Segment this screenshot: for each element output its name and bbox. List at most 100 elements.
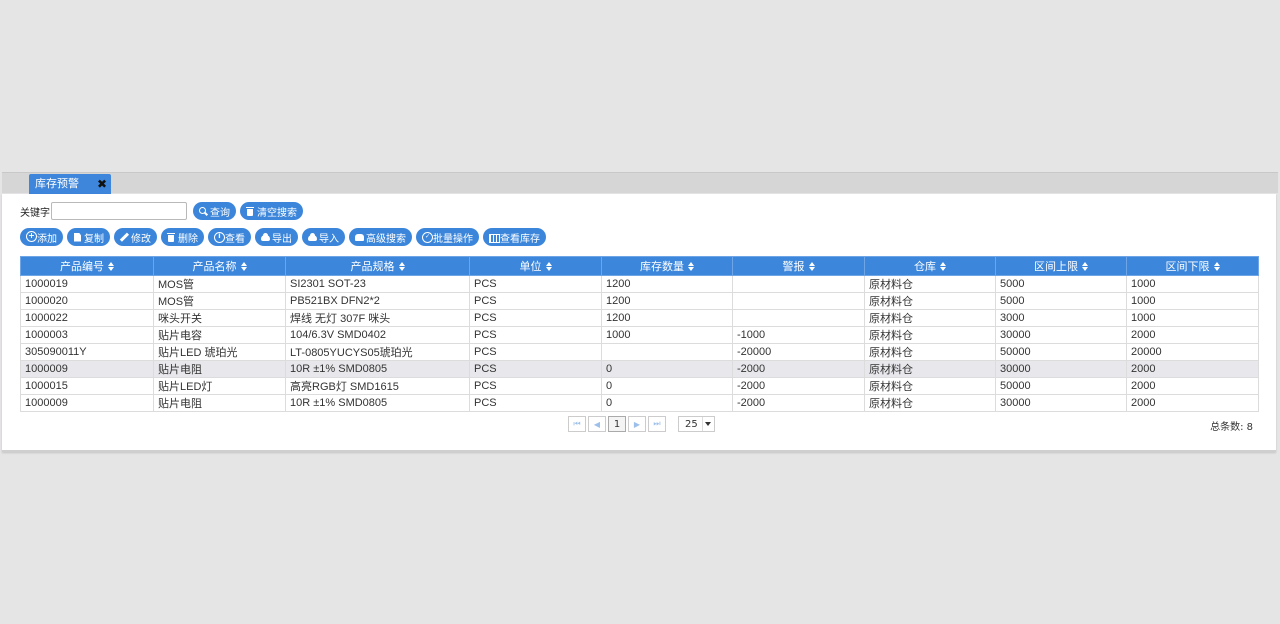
main-panel: 关键字 查询 清空搜索 添加 复制 修改 删除 查看 导出 导入 高级搜索 批量… xyxy=(2,194,1276,452)
table-cell: 原材料仓 xyxy=(864,360,996,378)
column-header[interactable]: 库存数量 xyxy=(601,256,733,276)
delete-label: 删除 xyxy=(178,233,198,245)
delete-button[interactable]: 删除 xyxy=(161,228,204,246)
table-row[interactable]: 1000003 贴片电容 104/6.3V SMD0402 PCS 1000 -1000 原… xyxy=(20,326,1259,344)
table-cell: -1000 xyxy=(732,326,865,344)
table-cell: 3000 xyxy=(995,309,1127,327)
table-row[interactable]: 1000019 MOS管 SI2301 SOT-23 PCS 1200 原材料仓 5000 1… xyxy=(20,275,1259,293)
table-cell: PCS xyxy=(469,275,602,293)
table-cell: 1000015 xyxy=(20,377,154,395)
table-cell: 2000 xyxy=(1126,377,1259,395)
table-cell: 贴片LED灯 xyxy=(153,377,286,395)
table-cell: 1000019 xyxy=(20,275,154,293)
edit-button[interactable]: 修改 xyxy=(114,228,157,246)
current-page[interactable]: 1 xyxy=(608,416,626,432)
table-cell: PCS xyxy=(469,309,602,327)
table-cell: PCS xyxy=(469,394,602,412)
import-button[interactable]: 导入 xyxy=(302,228,345,246)
table-row[interactable]: 1000022 咪头开关 焊线 无灯 307F 咪头 PCS 1200 原材料仓 3000 1… xyxy=(20,309,1259,327)
export-button[interactable]: 导出 xyxy=(255,228,298,246)
tab-inventory-alert[interactable]: 库存预警 ✖ xyxy=(29,174,111,194)
table-cell: 贴片LED 琥珀光 xyxy=(153,343,286,361)
column-header[interactable]: 产品规格 xyxy=(285,256,470,276)
table-cell: LT-0805YUCYS05琥珀光 xyxy=(285,343,470,361)
column-title: 区间下限 xyxy=(1165,261,1210,273)
copy-button[interactable]: 复制 xyxy=(67,228,110,246)
batch-operation-label: 批量操作 xyxy=(433,233,473,245)
table-row[interactable]: 1000009 贴片电阻 10R ±1% SMD0805 PCS 0 -2000 原材料仓 3… xyxy=(20,360,1259,378)
table-cell: -20000 xyxy=(732,343,865,361)
table-cell: 咪头开关 xyxy=(153,309,286,327)
table-cell: 1000003 xyxy=(20,326,154,344)
table-cell: 原材料仓 xyxy=(864,292,996,310)
sort-icon xyxy=(545,262,552,272)
table-cell: 1000022 xyxy=(20,309,154,327)
pencil-icon xyxy=(120,233,129,242)
table-row[interactable]: 1000015 贴片LED灯 高亮RGB灯 SMD1615 PCS 0 -2000 原材料仓… xyxy=(20,377,1259,395)
column-title: 警报 xyxy=(782,261,805,273)
column-header[interactable]: 单位 xyxy=(469,256,602,276)
table-cell: 1200 xyxy=(601,275,733,293)
column-title: 单位 xyxy=(519,261,542,273)
first-page-icon: ⏮ xyxy=(573,419,581,428)
pagination: ⏮ ◀ 1 ▶ ⏭ 25 xyxy=(568,415,715,433)
barcode-icon xyxy=(489,233,500,243)
column-header[interactable]: 警报 xyxy=(732,256,865,276)
search-button[interactable]: 查询 xyxy=(193,202,236,220)
last-page-button[interactable]: ⏭ xyxy=(648,416,666,432)
copy-label: 复制 xyxy=(84,233,104,245)
table-cell: 高亮RGB灯 SMD1615 xyxy=(285,377,470,395)
tab-title: 库存预警 xyxy=(35,177,79,190)
clear-search-button[interactable]: 清空搜索 xyxy=(240,202,303,220)
toolbar: 添加 复制 修改 删除 查看 导出 导入 高级搜索 批量操作 查看库存 xyxy=(20,228,550,246)
table-row[interactable]: 305090011Y 贴片LED 琥珀光 LT-0805YUCYS05琥珀光 PCS -… xyxy=(20,343,1259,361)
page-size-select[interactable]: 25 xyxy=(678,416,715,432)
table-cell: PCS xyxy=(469,292,602,310)
table-cell: 305090011Y xyxy=(20,343,154,361)
table-row[interactable]: 1000020 MOS管 PB521BX DFN2*2 PCS 1200 原材料仓 5000… xyxy=(20,292,1259,310)
column-title: 库存数量 xyxy=(640,261,684,273)
sort-icon xyxy=(808,262,815,272)
column-header[interactable]: 产品名称 xyxy=(153,256,286,276)
view-stock-button[interactable]: 查看库存 xyxy=(483,228,546,246)
prev-page-button[interactable]: ◀ xyxy=(588,416,606,432)
batch-operation-button[interactable]: 批量操作 xyxy=(416,228,479,246)
table-cell: PCS xyxy=(469,326,602,344)
column-header[interactable]: 仓库 xyxy=(864,256,996,276)
sort-icon xyxy=(940,262,946,272)
advanced-search-button[interactable]: 高级搜索 xyxy=(349,228,412,246)
table-cell: 20000 xyxy=(1126,343,1259,361)
column-header[interactable]: 产品编号 xyxy=(20,256,154,276)
next-page-button[interactable]: ▶ xyxy=(628,416,646,432)
first-page-button[interactable]: ⏮ xyxy=(568,416,586,432)
phone-icon xyxy=(355,233,364,242)
table-cell: PCS xyxy=(469,360,602,378)
sort-icon xyxy=(688,262,694,272)
view-button[interactable]: 查看 xyxy=(208,228,251,246)
table-cell: 30000 xyxy=(995,360,1127,378)
sort-icon xyxy=(398,262,405,272)
add-button[interactable]: 添加 xyxy=(20,228,63,246)
table-cell: 贴片电阻 xyxy=(153,394,286,412)
chevron-down-icon xyxy=(702,417,714,431)
table-cell: 1000 xyxy=(1126,309,1259,327)
search-icon xyxy=(199,206,208,216)
table-cell: 50000 xyxy=(995,377,1127,395)
copy-icon xyxy=(73,233,82,242)
table-cell: 0 xyxy=(601,394,733,412)
edit-label: 修改 xyxy=(131,233,151,245)
close-icon[interactable]: ✖ xyxy=(97,174,107,194)
table-cell: MOS管 xyxy=(153,275,286,293)
column-header[interactable]: 区间下限 xyxy=(1126,256,1259,276)
keyword-input[interactable] xyxy=(51,202,187,220)
table-cell: MOS管 xyxy=(153,292,286,310)
table-cell: 2000 xyxy=(1126,360,1259,378)
sort-icon xyxy=(108,262,114,272)
table-cell: 30000 xyxy=(995,326,1127,344)
total-count: 总条数: 8 xyxy=(1210,422,1253,433)
table-cell xyxy=(601,343,733,361)
prev-page-icon: ◀ xyxy=(593,419,601,429)
table-row[interactable]: 1000009 贴片电阻 10R ±1% SMD0805 PCS 0 -2000 原材料仓 3… xyxy=(20,394,1259,412)
column-header[interactable]: 区间上限 xyxy=(995,256,1127,276)
table-cell: 1200 xyxy=(601,309,733,327)
